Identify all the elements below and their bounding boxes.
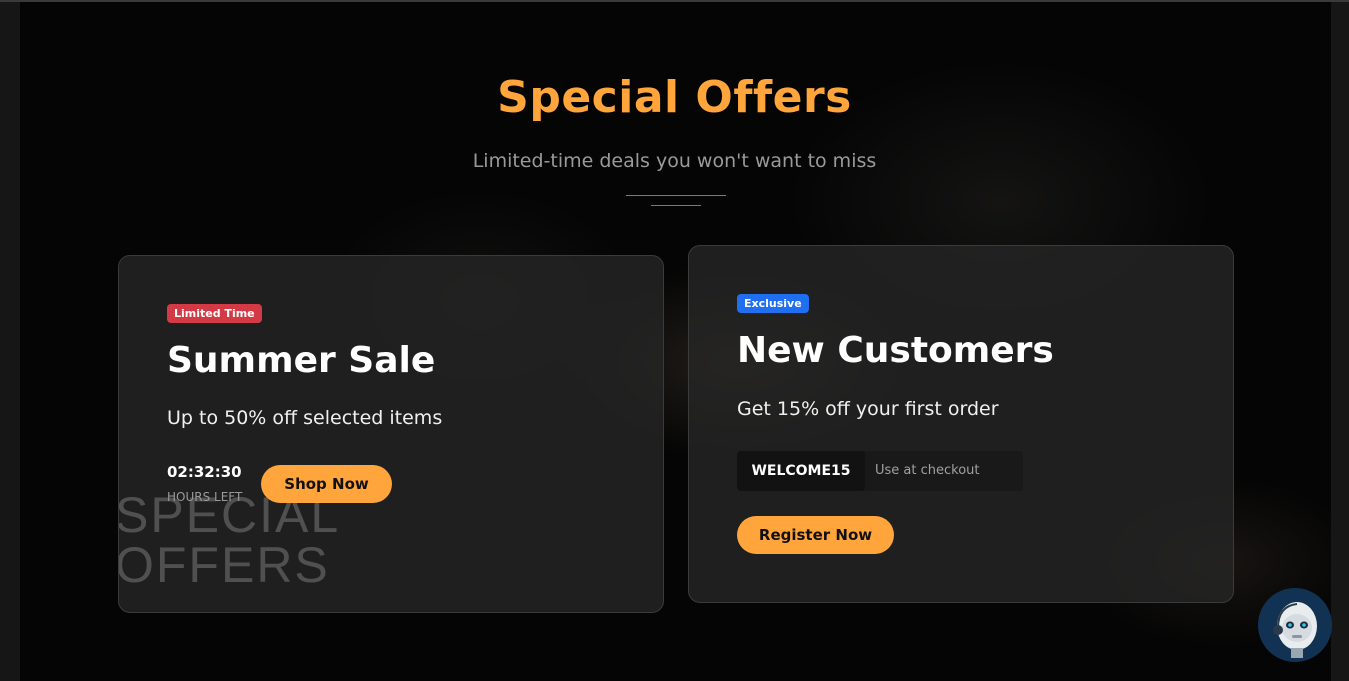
section-title: Special Offers (497, 72, 852, 123)
offer-card-summer-sale: SPECIAL OFFERS Limited Time Summer Sale … (118, 255, 664, 613)
promo-code[interactable]: WELCOME15 (737, 451, 865, 491)
title-divider-short (651, 205, 701, 206)
limited-time-badge: Limited Time (167, 304, 262, 323)
offer-description: Get 15% off your first order (737, 398, 999, 420)
offer-card-new-customers: Exclusive New Customers Get 15% off your… (688, 245, 1234, 603)
robot-assistant-icon (1258, 588, 1332, 662)
title-divider-long (626, 195, 726, 196)
exclusive-badge: Exclusive (737, 294, 809, 313)
countdown-timer: 02:32:30 (167, 463, 242, 481)
offer-title: New Customers (737, 330, 1054, 371)
section-subtitle: Limited-time deals you won't want to mis… (472, 150, 877, 172)
offer-title: Summer Sale (167, 340, 436, 381)
register-now-button[interactable]: Register Now (737, 516, 894, 554)
promo-hint: Use at checkout (875, 463, 980, 478)
promo-code-box: WELCOME15 Use at checkout (737, 451, 1023, 491)
chatbot-button[interactable] (1258, 588, 1332, 662)
countdown-label: HOURS LEFT (167, 490, 243, 504)
offer-description: Up to 50% off selected items (167, 407, 443, 429)
shop-now-button[interactable]: Shop Now (261, 465, 392, 503)
card-watermark: SPECIAL OFFERS (118, 487, 341, 593)
